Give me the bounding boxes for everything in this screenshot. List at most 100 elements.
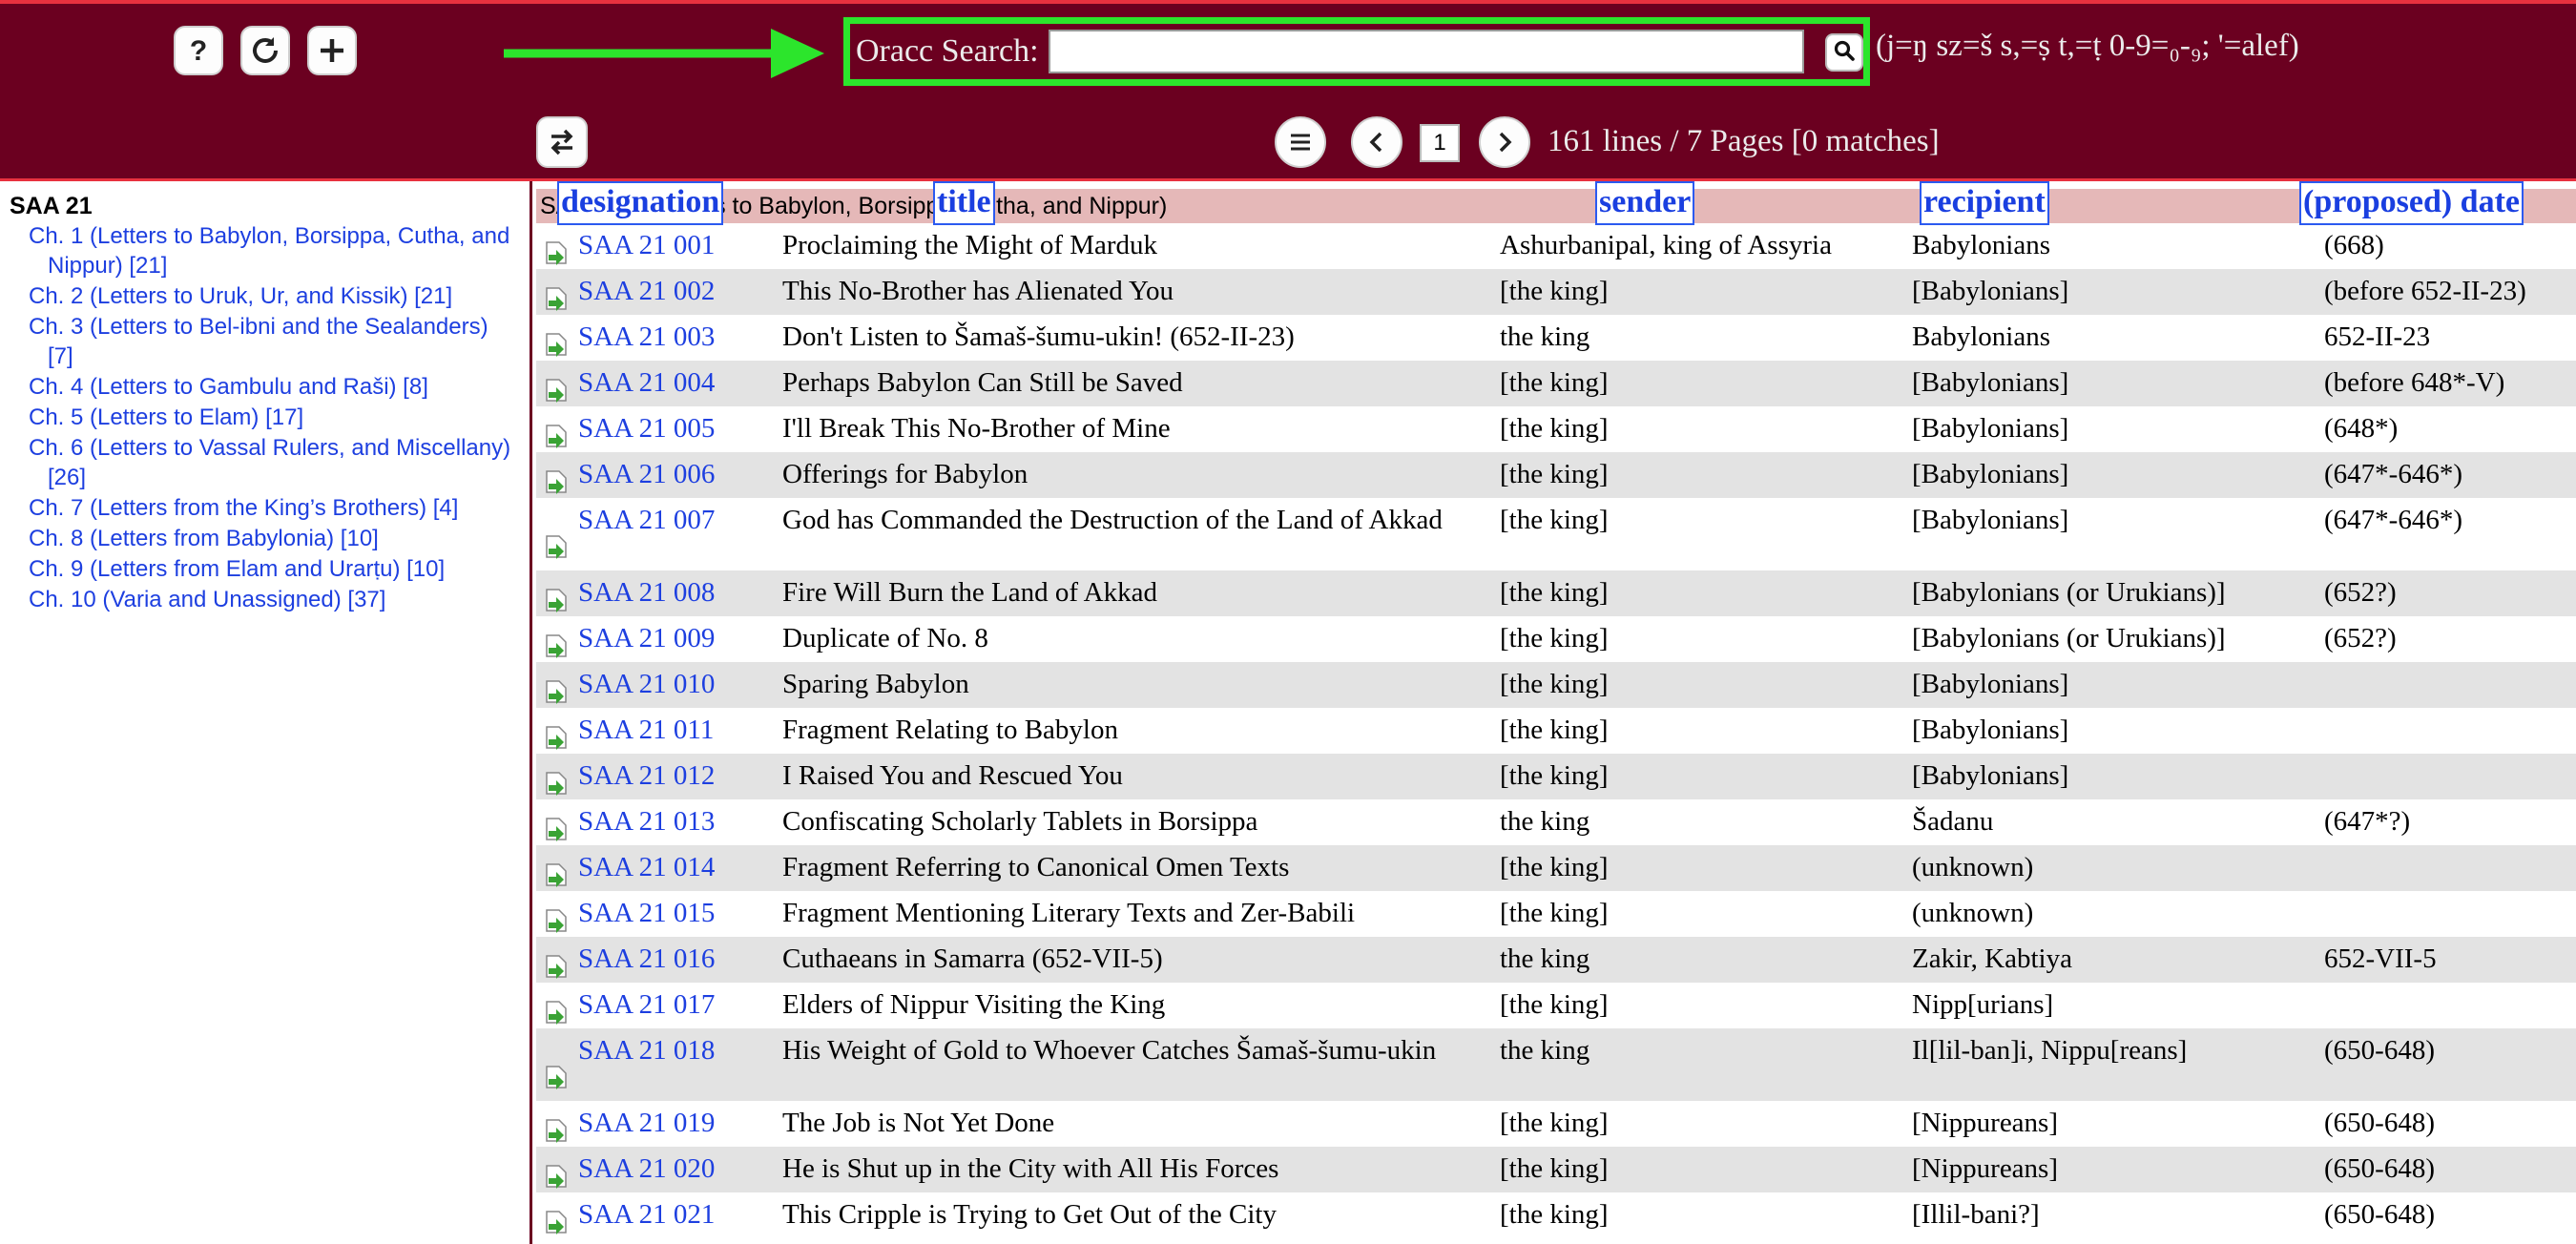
open-text-icon[interactable] [544, 908, 569, 941]
sender-cell: [the king] [1500, 1199, 1609, 1230]
chapter-link[interactable]: Ch. 8 (Letters from Babylonia) [10] [29, 524, 515, 553]
designation-link[interactable]: SAA 21 001 [578, 229, 715, 262]
sender-cell: the king [1500, 806, 1590, 837]
chapter-group-header: SAA 21 1. Letters to Babylon, Borsippa, … [536, 189, 2576, 223]
previous-page-button[interactable] [1351, 116, 1402, 168]
chapter-link[interactable]: Ch. 7 (Letters from the King’s Brothers)… [29, 493, 515, 523]
title-cell: He is Shut up in the City with All His F… [782, 1153, 1279, 1184]
reload-button[interactable] [240, 26, 290, 75]
column-header-designation[interactable]: designation [557, 181, 724, 225]
designation-link[interactable]: SAA 21 002 [578, 275, 715, 308]
designation-link[interactable]: SAA 21 018 [578, 1034, 715, 1068]
open-text-icon[interactable] [544, 679, 569, 712]
table-row: SAA 21 015 Fragment Mentioning Literary T… [536, 891, 2576, 937]
designation-link[interactable]: SAA 21 012 [578, 759, 715, 793]
add-button[interactable] [307, 26, 357, 75]
open-text-icon[interactable] [544, 1210, 569, 1242]
sender-cell: [the king] [1500, 1153, 1609, 1184]
sender-cell: [the king] [1500, 1108, 1609, 1138]
table-row: SAA 21 005 I'll Break This No-Brother of … [536, 406, 2576, 452]
designation-link[interactable]: SAA 21 005 [578, 412, 715, 446]
date-cell: 652-VII-5 [2324, 943, 2437, 974]
sender-cell: Ashurbanipal, king of Assyria [1500, 230, 1832, 260]
open-text-icon[interactable] [544, 240, 569, 273]
designation-link[interactable]: SAA 21 007 [578, 504, 715, 537]
search-button[interactable] [1825, 33, 1863, 72]
green-arrow-annotation [504, 25, 828, 87]
column-header-title[interactable]: title [933, 181, 995, 225]
date-cell: (648*) [2324, 413, 2399, 444]
toggle-sidebar-button[interactable] [536, 116, 588, 168]
designation-link[interactable]: SAA 21 003 [578, 321, 715, 354]
open-text-icon[interactable] [544, 1118, 569, 1151]
open-text-icon[interactable] [544, 378, 569, 410]
date-cell: (650-648) [2324, 1153, 2435, 1184]
date-cell: (647*-646*) [2324, 505, 2462, 535]
chapter-link[interactable]: Ch. 3 (Letters to Bel-ibni and the Seala… [29, 312, 515, 371]
designation-link[interactable]: SAA 21 013 [578, 805, 715, 839]
chapter-link[interactable]: Ch. 10 (Varia and Unassigned) [37] [29, 585, 515, 614]
open-text-icon[interactable] [544, 817, 569, 849]
designation-link[interactable]: SAA 21 006 [578, 458, 715, 491]
chapter-link[interactable]: Ch. 1 (Letters to Babylon, Borsippa, Cut… [29, 221, 515, 280]
title-cell: Perhaps Babylon Can Still be Saved [782, 367, 1183, 398]
recipient-cell: [Nippureans] [1912, 1153, 2059, 1184]
table-row: SAA 21 002 This No-Brother has Alienated … [536, 269, 2576, 315]
designation-link[interactable]: SAA 21 014 [578, 851, 715, 884]
open-text-icon[interactable] [544, 1164, 569, 1196]
designation-link[interactable]: SAA 21 020 [578, 1152, 715, 1186]
search-input[interactable] [1048, 30, 1804, 73]
designation-link[interactable]: SAA 21 021 [578, 1198, 715, 1232]
page-number[interactable]: 1 [1420, 124, 1460, 162]
chapter-link[interactable]: Ch. 2 (Letters to Uruk, Ur, and Kissik) … [29, 281, 515, 311]
chapter-link[interactable]: Ch. 4 (Letters to Gambulu and Raši) [8] [29, 372, 515, 402]
column-header-sender[interactable]: sender [1595, 181, 1695, 225]
page-info: 161 lines / 7 Pages [0 matches] [1548, 124, 1940, 158]
designation-link[interactable]: SAA 21 010 [578, 668, 715, 701]
open-text-icon[interactable] [544, 469, 569, 502]
table-row: SAA 21 021 This Cripple is Trying to Get … [536, 1192, 2576, 1238]
table-row: SAA 21 006 Offerings for Babylon [the king… [536, 452, 2576, 498]
chapter-link[interactable]: Ch. 6 (Letters to Vassal Rulers, and Mis… [29, 433, 515, 492]
menu-button[interactable] [1275, 116, 1326, 168]
open-text-icon[interactable] [544, 534, 569, 567]
open-text-icon[interactable] [544, 1000, 569, 1032]
open-text-icon[interactable] [544, 725, 569, 757]
open-text-icon[interactable] [544, 332, 569, 364]
open-text-icon[interactable] [544, 424, 569, 456]
designation-link[interactable]: SAA 21 008 [578, 576, 715, 610]
open-text-icon[interactable] [544, 588, 569, 620]
chapter-link[interactable]: Ch. 9 (Letters from Elam and Urarṭu) [10… [29, 554, 515, 584]
open-text-icon[interactable] [544, 633, 569, 666]
chevron-left-icon [1362, 128, 1391, 156]
recipient-cell: [Illil-bani?] [1912, 1199, 2040, 1230]
table-row: SAA 21 016 Cuthaeans in Samarra (652-VII-… [536, 937, 2576, 983]
open-text-icon[interactable] [544, 286, 569, 319]
open-text-icon[interactable] [544, 862, 569, 895]
designation-link[interactable]: SAA 21 017 [578, 988, 715, 1022]
help-button[interactable]: ? [174, 26, 223, 75]
open-text-icon[interactable] [544, 771, 569, 803]
title-cell: Fragment Referring to Canonical Omen Tex… [782, 852, 1290, 882]
chevron-right-icon [1490, 128, 1519, 156]
open-text-icon[interactable] [544, 1065, 569, 1097]
sidebar: SAA 21 Ch. 1 (Letters to Babylon, Borsip… [0, 181, 532, 1244]
column-header-date[interactable]: (proposed) date [2299, 181, 2524, 225]
table-row: SAA 21 007 God has Commanded the Destruct… [536, 498, 2576, 570]
table-row: SAA 21 008 Fire Will Burn the Land of Akk… [536, 570, 2576, 616]
designation-link[interactable]: SAA 21 015 [578, 897, 715, 930]
recipient-cell: [Babylonians] [1912, 760, 2069, 791]
sender-cell: [the king] [1500, 276, 1609, 306]
next-page-button[interactable] [1479, 116, 1530, 168]
designation-link[interactable]: SAA 21 009 [578, 622, 715, 655]
chapter-link[interactable]: Ch. 5 (Letters to Elam) [17] [29, 403, 515, 432]
designation-link[interactable]: SAA 21 011 [578, 714, 714, 747]
designation-link[interactable]: SAA 21 019 [578, 1107, 715, 1140]
designation-link[interactable]: SAA 21 004 [578, 366, 715, 400]
open-text-icon[interactable] [544, 954, 569, 986]
title-cell: Offerings for Babylon [782, 459, 1028, 489]
sender-cell: the king [1500, 943, 1590, 974]
column-header-recipient[interactable]: recipient [1920, 181, 2049, 225]
table-row: SAA 21 018 His Weight of Gold to Whoever … [536, 1028, 2576, 1101]
designation-link[interactable]: SAA 21 016 [578, 943, 715, 976]
